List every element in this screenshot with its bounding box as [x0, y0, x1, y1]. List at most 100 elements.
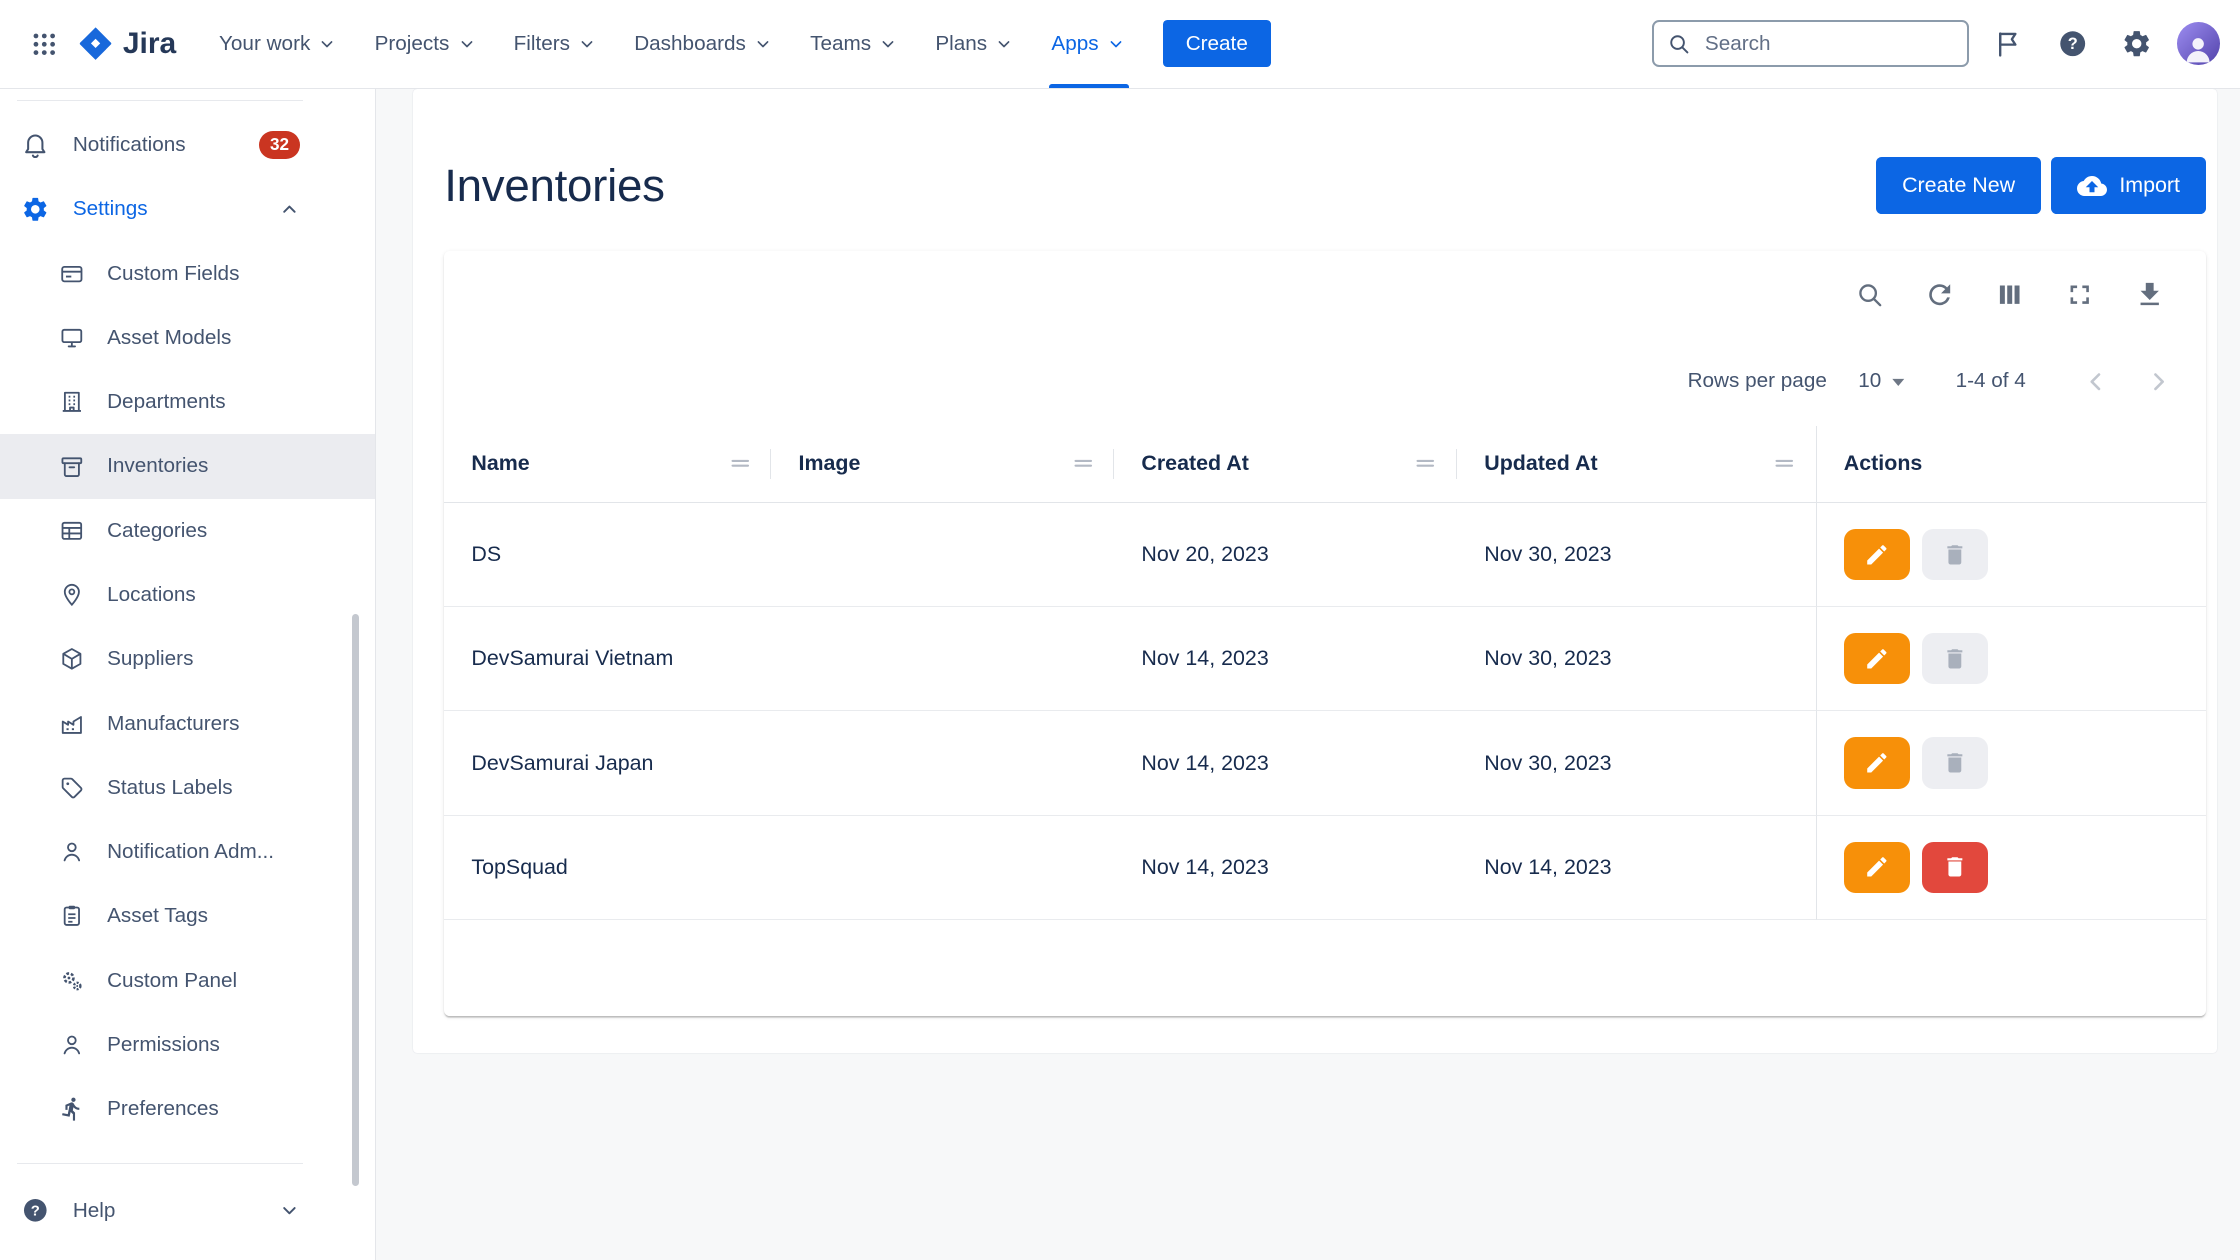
sidebar-item-custom-panel[interactable]: Custom Panel: [0, 948, 375, 1012]
gears-icon: [59, 968, 85, 994]
sidebar-item-help[interactable]: Help: [0, 1179, 375, 1243]
chevron-down-icon: [1106, 34, 1126, 54]
sidebar-item-label: Settings: [73, 197, 148, 221]
page-actions: Create New Import: [1876, 157, 2205, 214]
sidebar-scrollbar[interactable]: [352, 614, 359, 1185]
nav-apps[interactable]: Apps: [1037, 18, 1140, 69]
flag-icon: [1993, 28, 2024, 59]
sidebar-item-label: Notifications: [73, 133, 186, 157]
rows-per-page-select[interactable]: 10: [1858, 367, 1912, 396]
table-search-button[interactable]: [1852, 276, 1889, 313]
sidebar: Notifications 32 Settings Custom Fields …: [0, 89, 376, 1260]
delete-button[interactable]: [1922, 842, 1988, 893]
column-label: Name: [471, 451, 529, 476]
create-new-button[interactable]: Create New: [1876, 157, 2040, 214]
search-input[interactable]: [1702, 30, 1954, 57]
column-resize-handle-icon[interactable]: [726, 449, 755, 478]
cell-name: TopSquad: [444, 816, 771, 920]
page-header: Inventories Create New Import: [444, 89, 2205, 215]
cell-created-at: Nov 20, 2023: [1114, 503, 1457, 607]
sidebar-item-suppliers[interactable]: Suppliers: [0, 627, 375, 691]
sidebar-item-label: Help: [73, 1199, 116, 1223]
pencil-icon: [1864, 542, 1890, 568]
avatar-person-icon: [2181, 31, 2215, 65]
nav-label: Projects: [375, 32, 450, 56]
column-resize-handle-icon[interactable]: [1411, 449, 1440, 478]
help-button[interactable]: [2049, 20, 2098, 69]
nav-projects[interactable]: Projects: [360, 18, 490, 69]
user-avatar[interactable]: [2177, 22, 2220, 65]
chevron-down-icon: [457, 34, 477, 54]
pencil-icon: [1864, 750, 1890, 776]
trash-icon: [1942, 646, 1968, 672]
chevron-up-icon: [278, 198, 301, 221]
edit-button[interactable]: [1844, 529, 1910, 580]
person-icon: [59, 1032, 85, 1058]
sidebar-footer: Help: [0, 1163, 375, 1243]
view-columns-icon: [1994, 279, 2025, 310]
pagination-next-button: [2137, 360, 2180, 403]
cell-created-at: Nov 14, 2023: [1114, 711, 1457, 815]
sidebar-item-departments[interactable]: Departments: [0, 370, 375, 434]
edit-button[interactable]: [1844, 737, 1910, 788]
jira-logo[interactable]: Jira: [77, 25, 176, 62]
gear-icon: [2121, 28, 2152, 59]
edit-button[interactable]: [1844, 842, 1910, 893]
sidebar-item-label: Locations: [107, 583, 196, 607]
sidebar-item-asset-tags[interactable]: Asset Tags: [0, 884, 375, 948]
sidebar-item-inventories[interactable]: Inventories: [0, 434, 375, 498]
monitor-icon: [59, 325, 85, 351]
nav-label: Apps: [1051, 32, 1098, 56]
sidebar-item-manufacturers[interactable]: Manufacturers: [0, 691, 375, 755]
table-columns-button[interactable]: [1991, 276, 2028, 313]
settings-button[interactable]: [2113, 20, 2162, 69]
sidebar-item-permissions[interactable]: Permissions: [0, 1013, 375, 1077]
nav-filters[interactable]: Filters: [499, 18, 611, 69]
sidebar-item-label: Custom Fields: [107, 262, 239, 286]
chevron-down-icon: [577, 34, 597, 54]
pencil-icon: [1864, 854, 1890, 880]
create-button[interactable]: Create: [1163, 20, 1271, 67]
table-fullscreen-button[interactable]: [2061, 276, 2098, 313]
column-resize-handle-icon[interactable]: [1770, 449, 1799, 478]
cell-actions: [1816, 816, 2206, 920]
nav-your-work[interactable]: Your work: [205, 18, 352, 69]
sidebar-item-settings[interactable]: Settings: [0, 177, 375, 241]
table-refresh-button[interactable]: [1921, 276, 1958, 313]
sidebar-item-label: Notification Adm...: [107, 840, 274, 864]
nav-plans[interactable]: Plans: [921, 18, 1028, 69]
nav-label: Teams: [810, 32, 871, 56]
column-resize-handle-icon[interactable]: [1069, 449, 1098, 478]
sidebar-item-notifications[interactable]: Notifications 32: [0, 113, 375, 177]
nav-label: Dashboards: [634, 32, 746, 56]
sidebar-item-categories[interactable]: Categories: [0, 499, 375, 563]
nav-label: Filters: [514, 32, 570, 56]
sidebar-item-locations[interactable]: Locations: [0, 563, 375, 627]
chevron-down-icon: [753, 34, 773, 54]
sidebar-item-asset-models[interactable]: Asset Models: [0, 306, 375, 370]
sidebar-item-status-labels[interactable]: Status Labels: [0, 756, 375, 820]
table-download-button[interactable]: [2131, 276, 2168, 313]
sidebar-item-label: Custom Panel: [107, 969, 237, 993]
jira-logo-text: Jira: [123, 27, 176, 61]
nav-teams[interactable]: Teams: [796, 18, 913, 69]
settings-submenu: Custom Fields Asset Models Departments I…: [0, 241, 375, 1141]
nav-label: Your work: [219, 32, 310, 56]
cell-created-at: Nov 14, 2023: [1114, 607, 1457, 711]
sidebar-item-notification-admin[interactable]: Notification Adm...: [0, 820, 375, 884]
sidebar-item-label: Preferences: [107, 1097, 219, 1121]
sidebar-item-custom-fields[interactable]: Custom Fields: [0, 241, 375, 305]
column-header-name: Name: [444, 426, 771, 503]
gear-icon: [21, 195, 50, 224]
import-button[interactable]: Import: [2051, 157, 2206, 214]
nav-dashboards[interactable]: Dashboards: [620, 18, 787, 69]
download-icon: [2134, 279, 2165, 310]
sidebar-item-preferences[interactable]: Preferences: [0, 1077, 375, 1141]
cell-name: DS: [444, 503, 771, 607]
app-switcher-button[interactable]: [20, 20, 69, 69]
announcements-button[interactable]: [1984, 20, 2033, 69]
runner-icon: [59, 1096, 85, 1122]
search-icon: [1666, 31, 1692, 57]
topbar-right: [1652, 20, 2220, 69]
edit-button[interactable]: [1844, 633, 1910, 684]
